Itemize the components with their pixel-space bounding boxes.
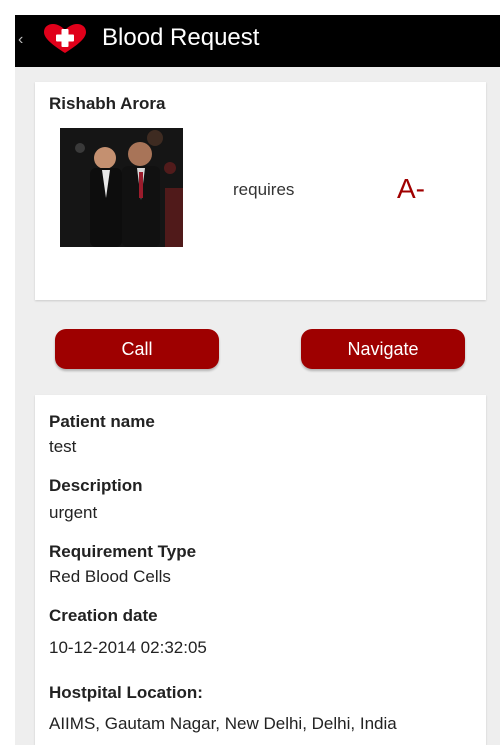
request-details-card: Patient name test Description urgent Req… (35, 395, 486, 745)
page-title: Blood Request (102, 24, 260, 51)
requirement-type-label: Requirement Type (49, 542, 197, 561)
description-value: urgent (49, 503, 98, 522)
avatar (60, 128, 183, 247)
creation-date-value: 10-12-2014 02:32:05 (49, 638, 207, 657)
requires-text: requires (233, 180, 295, 199)
heart-cross-logo-icon[interactable] (41, 24, 89, 54)
action-bar: ‹ Blood Request (15, 15, 500, 67)
requirement-type-value: Red Blood Cells (49, 567, 171, 586)
hospital-location-value: AIIMS, Gautam Nagar, New Delhi, Delhi, I… (49, 714, 397, 733)
patient-name-value: test (49, 437, 77, 456)
description-label: Description (49, 476, 143, 495)
creation-date-label: Creation date (49, 606, 158, 625)
hospital-location-label: Hostpital Location: (49, 683, 203, 702)
app-screen: ‹ Blood Request Rishabh Arora requires A… (15, 15, 500, 745)
call-button[interactable]: Call (55, 329, 219, 369)
requester-name: Rishabh Arora (49, 94, 166, 113)
patient-name-label: Patient name (49, 412, 155, 431)
back-icon[interactable]: ‹ (18, 30, 23, 50)
requester-card: Rishabh Arora requires A- (35, 82, 486, 300)
blood-group-badge: A- (397, 173, 425, 204)
navigate-button[interactable]: Navigate (301, 329, 465, 369)
avatar-photo (60, 128, 183, 247)
